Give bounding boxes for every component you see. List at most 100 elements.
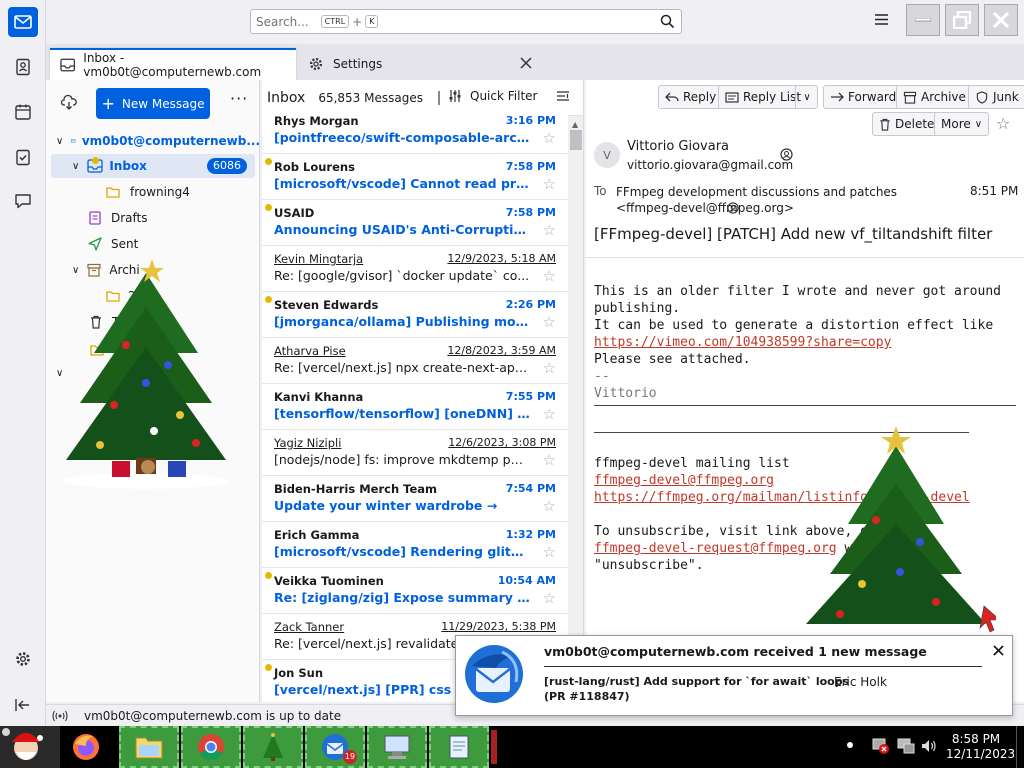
- message-subject: [pointfreeco/swift-composable-archit...: [274, 130, 530, 145]
- message-card[interactable]: Veikka Tuominen 10:54 AM Re: [ziglang/zi…: [262, 568, 568, 614]
- forward-label: Forward: [848, 90, 897, 104]
- tray-dot-icon[interactable]: [847, 742, 853, 748]
- close-window-button[interactable]: [984, 4, 1018, 36]
- folder-title: Inbox: [267, 89, 306, 106]
- folder-frowning4[interactable]: frowning4: [46, 180, 260, 204]
- message-time: 8:51 PM: [970, 184, 1019, 198]
- account-row[interactable]: ∨ vm0b0t@computernewb...: [46, 129, 260, 153]
- header-divider: [586, 257, 1024, 258]
- display-options-icon[interactable]: [556, 90, 570, 104]
- firefox-icon[interactable]: [66, 730, 106, 764]
- notepad-icon[interactable]: [429, 726, 489, 768]
- junk-button[interactable]: Junk: [968, 85, 1024, 109]
- star-icon[interactable]: ☆: [543, 590, 556, 606]
- calendar-icon[interactable]: [8, 97, 38, 127]
- message-card[interactable]: Kevin Mingtarja 12/9/2023, 5:18 AM Re: […: [262, 246, 568, 292]
- shortcut-key: K: [365, 15, 379, 28]
- computer-tray-icon[interactable]: [896, 737, 916, 755]
- chrome-icon[interactable]: [181, 726, 241, 768]
- message-card[interactable]: Biden-Harris Merch Team 7:54 PM Update y…: [262, 476, 568, 522]
- more-options-icon[interactable]: ···: [230, 91, 248, 107]
- message-card[interactable]: Steven Edwards 2:26 PM [jmorganca/ollama…: [262, 292, 568, 338]
- folder-drafts[interactable]: Drafts: [46, 206, 260, 230]
- star-icon[interactable]: ☆: [543, 544, 556, 560]
- archive-button[interactable]: Archive: [896, 85, 973, 109]
- taskbar-divider: [491, 730, 497, 764]
- notification-subject: [rust-lang/rust] Add support for `for aw…: [544, 675, 850, 688]
- thread-scrollbar[interactable]: ▲: [568, 116, 583, 702]
- message-card[interactable]: Erich Gamma 1:32 PM [microsoft/vscode] R…: [262, 522, 568, 568]
- tab-settings[interactable]: Settings: [304, 48, 544, 80]
- account-icon: [71, 139, 76, 143]
- delete-button[interactable]: Delete: [872, 112, 942, 136]
- scrollbar-thumb[interactable]: [570, 130, 582, 150]
- close-tab-icon[interactable]: [520, 57, 532, 69]
- star-icon[interactable]: ☆: [543, 360, 556, 376]
- network-warning-icon[interactable]: [872, 737, 890, 755]
- star-icon[interactable]: ☆: [543, 176, 556, 192]
- file-explorer-icon[interactable]: [119, 726, 179, 768]
- chevron-down-icon[interactable]: ∨: [795, 86, 818, 108]
- folder-sent[interactable]: Sent: [46, 232, 260, 256]
- tab-inbox[interactable]: Inbox - vm0b0t@computernewb.com: [50, 48, 296, 80]
- quick-filter-button[interactable]: Quick Filter: [448, 89, 537, 103]
- body-line: publishing.: [594, 301, 681, 316]
- star-icon[interactable]: ☆: [543, 498, 556, 514]
- star-icon[interactable]: ☆: [543, 314, 556, 330]
- christmas-tree-app-icon[interactable]: [243, 726, 303, 768]
- connection-icon: [52, 710, 68, 722]
- start-button[interactable]: [0, 726, 60, 768]
- thunderbird-taskbar-icon[interactable]: 19: [305, 726, 365, 768]
- message-card[interactable]: Rob Lourens 7:58 PM [microsoft/vscode] C…: [262, 154, 568, 200]
- app-menu-icon[interactable]: [874, 13, 889, 26]
- sender-email[interactable]: vittorio.giovara@gmail.com: [627, 158, 793, 172]
- clock[interactable]: 8:58 PM 12/11/2023: [946, 732, 1015, 762]
- scroll-up-icon[interactable]: ▲: [572, 120, 578, 129]
- delete-label: Delete: [895, 117, 935, 131]
- computer-icon[interactable]: [367, 726, 427, 768]
- close-icon[interactable]: [993, 645, 1004, 656]
- junk-icon: [976, 90, 988, 104]
- body-link[interactable]: https://vimeo.com/104938599?share=copy: [594, 334, 1022, 351]
- star-icon[interactable]: ☆: [996, 114, 1010, 133]
- sender-name[interactable]: Vittorio Giovara: [627, 139, 729, 154]
- avatar: V: [594, 142, 620, 168]
- christmas-tree-decoration: [56, 255, 236, 495]
- chevron-down-icon: ∨: [72, 160, 80, 172]
- forward-button[interactable]: Forward: [823, 85, 904, 109]
- more-button[interactable]: More ∨: [934, 112, 990, 136]
- star-icon[interactable]: ☆: [543, 130, 556, 146]
- mail-icon[interactable]: [8, 7, 38, 37]
- minimize-button[interactable]: [906, 4, 940, 36]
- address-book-icon[interactable]: [8, 52, 38, 82]
- recipient[interactable]: FFmpeg development discussions and patch…: [616, 184, 936, 216]
- message-card[interactable]: Rhys Morgan 3:16 PM [pointfreeco/swift-c…: [262, 108, 568, 154]
- new-message-button[interactable]: + New Message: [96, 88, 210, 119]
- star-icon[interactable]: ☆: [543, 222, 556, 238]
- message-sender: Yagiz Nizipli: [274, 436, 342, 450]
- message-card[interactable]: Atharva Pise 12/8/2023, 3:59 AM Re: [ver…: [262, 338, 568, 384]
- volume-icon[interactable]: [920, 737, 938, 755]
- chat-icon[interactable]: [8, 186, 38, 216]
- reply-list-button[interactable]: Reply List ∨: [718, 85, 818, 109]
- message-card[interactable]: Kanvi Khanna 7:55 PM [tensorflow/tensorf…: [262, 384, 568, 430]
- reply-button[interactable]: Reply: [658, 85, 724, 109]
- contact-icon[interactable]: [727, 202, 739, 214]
- show-desktop-button[interactable]: [1016, 726, 1024, 768]
- message-card[interactable]: USAID 7:58 PM Announcing USAID's Anti-Co…: [262, 200, 568, 246]
- star-icon[interactable]: ☆: [543, 452, 556, 468]
- get-messages-icon[interactable]: [61, 94, 77, 110]
- star-icon[interactable]: ☆: [543, 406, 556, 422]
- restore-button[interactable]: [945, 4, 979, 36]
- settings-gear-icon[interactable]: [8, 644, 38, 674]
- search-icon[interactable]: [660, 14, 675, 29]
- folder-inbox[interactable]: ∨ Inbox 6086: [51, 154, 255, 178]
- message-subject-header: [FFmpeg-devel] [PATCH] Add new vf_tiltan…: [594, 225, 993, 243]
- new-mail-notification[interactable]: vm0b0t@computernewb.com received 1 new m…: [455, 635, 1013, 716]
- collapse-toolbar-icon[interactable]: [8, 690, 38, 720]
- global-search-input[interactable]: Search... CTRL + K: [250, 9, 682, 34]
- contact-icon[interactable]: [780, 148, 793, 161]
- tasks-icon[interactable]: [8, 142, 38, 172]
- message-card[interactable]: Yagiz Nizipli 12/6/2023, 3:08 PM [nodejs…: [262, 430, 568, 476]
- star-icon[interactable]: ☆: [543, 268, 556, 284]
